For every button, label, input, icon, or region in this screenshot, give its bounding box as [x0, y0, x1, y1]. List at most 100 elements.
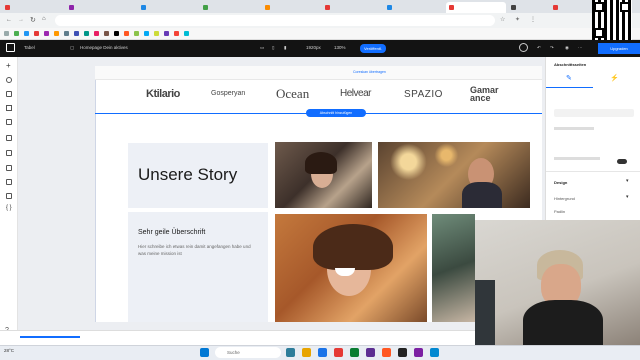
- browser-tab-active[interactable]: [446, 2, 506, 13]
- tablet-view-icon[interactable]: ▯: [272, 45, 274, 51]
- body-text[interactable]: Hier schreibe ich etwas rein damit angef…: [138, 243, 258, 257]
- logo-spazio[interactable]: SPAZIO: [404, 89, 443, 100]
- weather-temperature[interactable]: 28°C: [4, 348, 14, 353]
- bookmark-item[interactable]: [104, 31, 110, 36]
- wix-logo-icon[interactable]: [6, 43, 15, 52]
- cms-icon[interactable]: [6, 150, 12, 156]
- zoom-level[interactable]: 130%: [334, 45, 346, 50]
- browser-tab[interactable]: [66, 2, 136, 13]
- site-header-strip[interactable]: Coreskan übertragen: [95, 66, 542, 80]
- apps-icon[interactable]: [6, 119, 12, 125]
- browser-tab[interactable]: [384, 2, 444, 13]
- page-selector[interactable]: Homepage Dein aktives: [80, 45, 128, 50]
- bookmark-item[interactable]: [84, 31, 90, 36]
- browser-tab[interactable]: [200, 2, 260, 13]
- code-icon[interactable]: { }: [6, 205, 12, 211]
- desktop-view-icon[interactable]: ▭: [260, 45, 264, 51]
- preview-icon[interactable]: ◉: [565, 45, 569, 51]
- taskbar-search[interactable]: Suche: [215, 347, 281, 358]
- blog-icon[interactable]: [6, 165, 12, 171]
- story-heading[interactable]: Unsere Story: [138, 165, 237, 185]
- mobile-view-icon[interactable]: ▮: [284, 45, 286, 51]
- pages-icon[interactable]: [6, 91, 12, 97]
- bookmark-item[interactable]: [154, 31, 160, 36]
- star-icon[interactable]: ☆: [500, 16, 505, 23]
- add-section-button[interactable]: Abschnitt hinzufügen: [306, 109, 366, 117]
- sub-heading[interactable]: Sehr geile Überschrift: [138, 229, 205, 236]
- bookmark-item[interactable]: [134, 31, 140, 36]
- menu-icon[interactable]: ⋮: [530, 16, 536, 23]
- home-icon[interactable]: ⌂: [42, 16, 46, 22]
- browser-tab[interactable]: [322, 2, 382, 13]
- bookmark-item[interactable]: [94, 31, 100, 36]
- bookmark-item[interactable]: [24, 31, 30, 36]
- app-icon[interactable]: [414, 348, 423, 357]
- bookmark-item[interactable]: [144, 31, 150, 36]
- forward-icon[interactable]: →: [18, 17, 24, 23]
- redo-icon[interactable]: ↷: [550, 45, 554, 51]
- bookmark-item[interactable]: [174, 31, 180, 36]
- browser-tab[interactable]: [2, 2, 62, 13]
- logo-ocean[interactable]: Ocean: [276, 86, 309, 102]
- scroll-indicator[interactable]: [20, 336, 80, 338]
- chevron-down-icon[interactable]: ▾: [626, 178, 629, 184]
- chrome-icon[interactable]: [318, 348, 327, 357]
- bookmark-item[interactable]: [34, 31, 40, 36]
- store-icon[interactable]: [6, 179, 12, 185]
- logo-gamarance[interactable]: Gamar ance: [470, 86, 506, 103]
- lightning-icon[interactable]: ⚡: [610, 74, 619, 82]
- edit-icon[interactable]: ✎: [566, 74, 572, 82]
- taskview-icon[interactable]: [286, 348, 295, 357]
- bookmark-item[interactable]: [44, 31, 50, 36]
- padding-label[interactable]: Padlin: [554, 209, 565, 214]
- design-icon[interactable]: [6, 105, 12, 111]
- gallery-image-4[interactable]: [432, 214, 475, 322]
- windows-start-icon[interactable]: [200, 348, 209, 357]
- publish-button[interactable]: Veröffentl.: [360, 44, 386, 53]
- background-label[interactable]: Hintergrund: [554, 196, 575, 201]
- bookmark-item[interactable]: [74, 31, 80, 36]
- app-icon[interactable]: [350, 348, 359, 357]
- reload-icon[interactable]: ↻: [30, 16, 36, 24]
- undo-icon[interactable]: ↶: [537, 45, 541, 51]
- add-elements-icon[interactable]: +: [6, 61, 11, 70]
- app-icon[interactable]: [430, 348, 439, 357]
- gallery-image-2[interactable]: [378, 142, 530, 208]
- back-icon[interactable]: ←: [6, 17, 12, 23]
- file-explorer-icon[interactable]: [302, 348, 311, 357]
- bookmark-item[interactable]: [184, 31, 190, 36]
- browser-tab[interactable]: [262, 2, 320, 13]
- members-icon[interactable]: [6, 193, 12, 199]
- app-icon[interactable]: [398, 348, 407, 357]
- logo-ktilario[interactable]: Ktilario: [146, 88, 180, 100]
- chevron-down-icon[interactable]: ▾: [626, 194, 629, 200]
- media-icon[interactable]: [6, 135, 12, 141]
- bookmark-item[interactable]: [114, 31, 120, 36]
- browser-tab[interactable]: [508, 2, 548, 13]
- bookmark-item[interactable]: [14, 31, 20, 36]
- bookmark-item[interactable]: [54, 31, 60, 36]
- bookmark-item[interactable]: [4, 31, 10, 36]
- app-icon[interactable]: [382, 348, 391, 357]
- upgrade-button[interactable]: Upgraden: [598, 43, 640, 54]
- extensions-icon[interactable]: ✦: [515, 16, 520, 23]
- browser-tab[interactable]: [138, 2, 196, 13]
- design-section-label[interactable]: Design: [554, 180, 567, 185]
- add-section-icon[interactable]: [6, 77, 12, 83]
- size-field[interactable]: [554, 109, 634, 117]
- url-input[interactable]: [55, 15, 495, 26]
- gallery-image-3[interactable]: [275, 214, 427, 322]
- toggle-switch[interactable]: [617, 159, 627, 164]
- app-icon[interactable]: [334, 348, 343, 357]
- viewport-width[interactable]: 1920px: [306, 45, 321, 50]
- bookmark-item[interactable]: [164, 31, 170, 36]
- bookmark-item[interactable]: [124, 31, 130, 36]
- logo-gosperyan[interactable]: Gosperyan: [211, 90, 245, 97]
- gallery-image-1[interactable]: [275, 142, 372, 208]
- bookmark-item[interactable]: [64, 31, 70, 36]
- more-icon[interactable]: ⋯: [578, 45, 583, 51]
- header-link[interactable]: Coreskan übertragen: [353, 70, 386, 74]
- browser-tab[interactable]: [550, 2, 590, 13]
- avatar[interactable]: [519, 43, 528, 52]
- app-icon[interactable]: [366, 348, 375, 357]
